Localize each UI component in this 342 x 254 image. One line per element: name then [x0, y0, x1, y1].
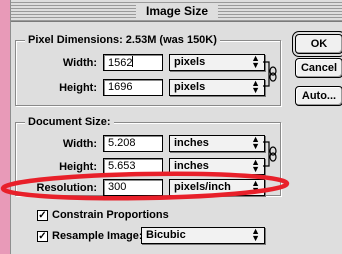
title-bar[interactable]: Image Size	[11, 0, 342, 22]
text-caret	[132, 56, 134, 67]
resample-method-select[interactable]: Bicubic ▲ ▼	[141, 227, 265, 244]
doc-height-input[interactable]: 5.653	[103, 158, 163, 175]
doc-height-value: 5.653	[108, 160, 136, 172]
checkmark-icon: ✓	[38, 231, 47, 242]
resolution-unit-select[interactable]: pixels/inch ▲ ▼	[169, 179, 265, 196]
chain-link-icon	[263, 141, 277, 167]
pixel-height-unit-select[interactable]: pixels ▲ ▼	[169, 79, 265, 96]
resolution-unit: pixels/inch	[174, 181, 231, 193]
document-size-label: Document Size:	[25, 116, 114, 128]
pixel-dimensions-label: Pixel Dimensions: 2.53M (was 150K)	[25, 34, 220, 46]
doc-width-label: Width:	[62, 138, 97, 150]
pixel-width-unit-select[interactable]: pixels ▲ ▼	[169, 54, 265, 71]
constrain-proportions-label[interactable]: Constrain Proportions	[52, 209, 169, 221]
doc-height-label: Height:	[59, 161, 97, 173]
ok-button[interactable]: OK	[295, 34, 342, 54]
cancel-button[interactable]: Cancel	[295, 58, 342, 78]
chain-link-icon	[263, 61, 277, 87]
image-size-dialog: Image Size Pixel Dimensions: 2.53M (was …	[10, 0, 342, 254]
doc-width-unit: inches	[174, 137, 209, 149]
resolution-label: Resolution:	[36, 182, 98, 194]
doc-width-input[interactable]: 5.208	[103, 135, 163, 152]
resample-method-value: Bicubic	[146, 229, 186, 241]
auto-button[interactable]: Auto...	[295, 86, 342, 106]
constrain-proportions-checkbox[interactable]: ✓	[37, 210, 48, 221]
doc-width-value: 5.208	[108, 137, 136, 149]
pixel-height-value: 1696	[108, 81, 133, 93]
select-arrows-icon: ▲ ▼	[251, 158, 260, 174]
doc-height-unit-select[interactable]: inches ▲ ▼	[169, 158, 265, 175]
select-arrows-icon: ▲ ▼	[251, 227, 260, 243]
resolution-value: 300	[108, 181, 127, 193]
pixel-width-input[interactable]: 1562	[103, 54, 163, 71]
select-arrows-icon: ▲ ▼	[251, 135, 260, 151]
resolution-input[interactable]: 300	[103, 179, 163, 196]
resample-image-label[interactable]: Resample Image:	[52, 230, 142, 242]
select-arrows-icon: ▲ ▼	[251, 54, 260, 70]
pixel-height-unit: pixels	[174, 81, 206, 93]
select-arrows-icon: ▲ ▼	[251, 79, 260, 95]
checkmark-icon: ✓	[38, 210, 47, 221]
pixel-height-label: Height:	[59, 82, 97, 94]
pixel-dimensions-group	[15, 40, 281, 106]
pixel-width-value: 1562	[108, 57, 133, 69]
select-arrows-icon: ▲ ▼	[251, 179, 260, 195]
pixel-width-label: Width:	[62, 57, 97, 69]
pixel-height-input[interactable]: 1696	[103, 79, 163, 96]
doc-height-unit: inches	[174, 160, 209, 172]
dialog-title: Image Size	[135, 3, 219, 19]
pixel-width-unit: pixels	[174, 56, 206, 68]
doc-width-unit-select[interactable]: inches ▲ ▼	[169, 135, 265, 152]
resample-image-checkbox[interactable]: ✓	[37, 231, 48, 242]
